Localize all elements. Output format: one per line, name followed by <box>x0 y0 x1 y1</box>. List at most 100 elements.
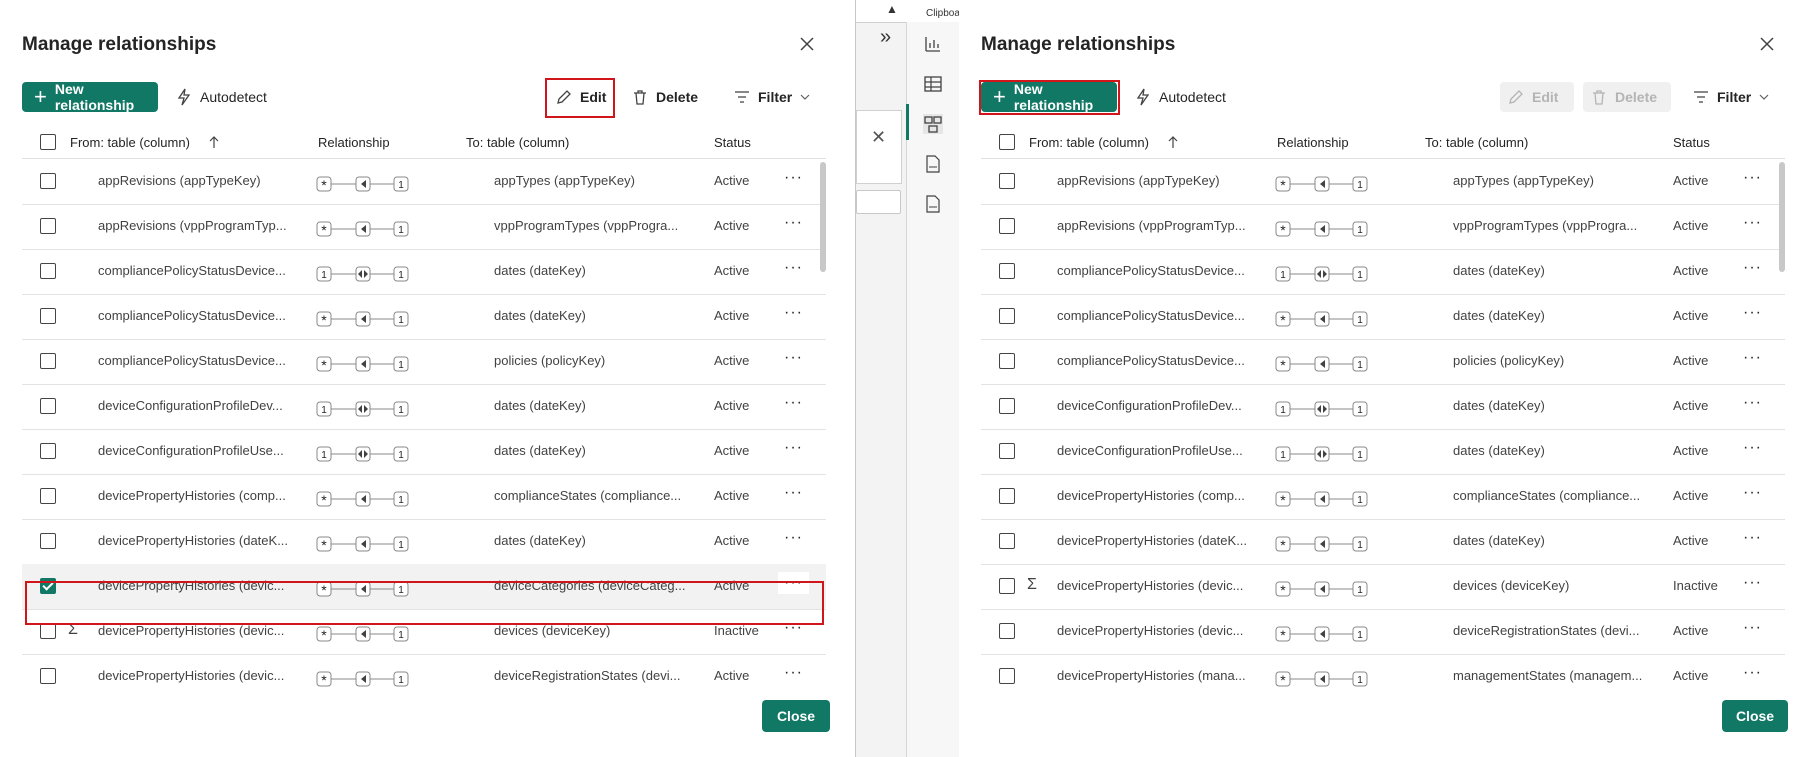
close-icon[interactable] <box>797 34 817 54</box>
table-row[interactable]: ΣdevicePropertyHistories (devic... * 1 devi… <box>981 564 1785 610</box>
row-checkbox[interactable] <box>999 218 1015 234</box>
close-icon[interactable] <box>1757 34 1777 54</box>
table-row[interactable]: appRevisions (vppProgramTyp... * 1 vppProgr… <box>22 204 826 250</box>
row-checkbox[interactable] <box>999 623 1015 639</box>
row-checkbox[interactable] <box>40 623 56 639</box>
more-options-icon[interactable]: ··· <box>1743 259 1762 277</box>
table-row[interactable]: deviceConfigurationProfileUse... 1 1 dates … <box>22 429 826 475</box>
table-row[interactable]: compliancePolicyStatusDevice... 1 1 dates (… <box>981 249 1785 295</box>
tmdl-view-icon[interactable] <box>923 194 943 214</box>
table-row[interactable]: devicePropertyHistories (devic... * 1 devic… <box>22 654 826 694</box>
more-options-icon[interactable]: ··· <box>784 664 803 682</box>
more-options-icon[interactable]: ··· <box>784 439 803 457</box>
row-checkbox[interactable] <box>40 263 56 279</box>
row-checkbox[interactable] <box>40 668 56 684</box>
column-header-from[interactable]: From: table (column) <box>1029 135 1179 150</box>
filter-button[interactable]: Filter <box>726 82 818 112</box>
table-row[interactable]: appRevisions (appTypeKey) * 1 appTypes (app… <box>981 159 1785 205</box>
more-options-icon[interactable]: ··· <box>784 484 803 502</box>
row-checkbox[interactable] <box>999 578 1015 594</box>
more-options-icon[interactable]: ··· <box>784 529 803 547</box>
table-row[interactable]: devicePropertyHistories (comp... * 1 compli… <box>981 474 1785 520</box>
more-options-icon[interactable]: ··· <box>1743 619 1762 637</box>
table-row[interactable]: deviceConfigurationProfileDev... 1 1 dates … <box>22 384 826 430</box>
autodetect-button[interactable]: Autodetect <box>1127 82 1234 112</box>
column-header-to[interactable]: To: table (column) <box>1425 135 1528 150</box>
table-row[interactable]: devicePropertyHistories (comp... * 1 compli… <box>22 474 826 520</box>
table-row[interactable]: compliancePolicyStatusDevice... 1 1 dates (… <box>22 249 826 295</box>
row-checkbox[interactable] <box>999 173 1015 189</box>
column-header-status[interactable]: Status <box>714 135 751 150</box>
model-view-icon[interactable] <box>923 114 943 134</box>
scrollbar[interactable] <box>1779 162 1785 272</box>
table-row[interactable]: deviceConfigurationProfileUse... 1 1 dates … <box>981 429 1785 475</box>
report-view-icon[interactable] <box>923 34 943 54</box>
row-checkbox[interactable] <box>40 398 56 414</box>
more-options-icon[interactable]: ··· <box>784 394 803 412</box>
more-options-icon[interactable]: ··· <box>1743 169 1762 187</box>
more-options-icon[interactable]: ··· <box>1743 214 1762 232</box>
edit-button[interactable]: Edit <box>1500 82 1574 112</box>
table-row[interactable]: appRevisions (appTypeKey) * 1 appTypes (app… <box>22 159 826 205</box>
double-chevron-icon[interactable]: » <box>880 26 891 49</box>
table-row[interactable]: compliancePolicyStatusDevice... * 1 dates (… <box>981 294 1785 340</box>
table-row[interactable]: appRevisions (vppProgramTyp... * 1 vppProgr… <box>981 204 1785 250</box>
new-relationship-button[interactable]: + New relationship <box>981 81 1117 113</box>
table-row[interactable]: devicePropertyHistories (dateK... * 1 dates… <box>981 519 1785 565</box>
table-view-icon[interactable] <box>923 74 943 94</box>
row-checkbox[interactable] <box>40 578 56 594</box>
column-header-to[interactable]: To: table (column) <box>466 135 569 150</box>
autodetect-button[interactable]: Autodetect <box>168 82 275 112</box>
new-relationship-button[interactable]: + New relationship <box>22 81 158 113</box>
more-options-icon[interactable]: ··· <box>1743 529 1762 547</box>
more-options-icon[interactable]: ··· <box>1743 349 1762 367</box>
more-options-icon[interactable]: ··· <box>784 259 803 277</box>
delete-button[interactable]: Delete <box>624 82 706 112</box>
close-button[interactable]: Close <box>762 700 830 732</box>
close-button[interactable]: Close <box>1722 700 1788 732</box>
column-header-relationship[interactable]: Relationship <box>318 135 390 150</box>
select-all-checkbox[interactable] <box>999 134 1015 150</box>
scrollbar[interactable] <box>820 162 826 272</box>
table-row[interactable]: compliancePolicyStatusDevice... * 1 policie… <box>22 339 826 385</box>
row-checkbox[interactable] <box>40 308 56 324</box>
table-row[interactable]: compliancePolicyStatusDevice... * 1 policie… <box>981 339 1785 385</box>
row-checkbox[interactable] <box>999 488 1015 504</box>
select-all-checkbox[interactable] <box>40 134 56 150</box>
row-checkbox[interactable] <box>999 353 1015 369</box>
more-options-icon[interactable]: ··· <box>1743 439 1762 457</box>
table-row[interactable]: deviceConfigurationProfileDev... 1 1 dates … <box>981 384 1785 430</box>
filter-button[interactable]: Filter <box>1685 82 1777 112</box>
row-checkbox[interactable] <box>999 398 1015 414</box>
row-checkbox[interactable] <box>40 488 56 504</box>
table-row[interactable]: compliancePolicyStatusDevice... * 1 dates (… <box>22 294 826 340</box>
row-checkbox[interactable] <box>999 668 1015 684</box>
column-header-relationship[interactable]: Relationship <box>1277 135 1349 150</box>
row-checkbox[interactable] <box>999 443 1015 459</box>
background-input[interactable] <box>856 190 901 214</box>
table-row[interactable]: devicePropertyHistories (devic... * 1 devic… <box>22 564 826 610</box>
more-options-icon[interactable]: ··· <box>784 619 803 637</box>
caret-up-icon[interactable]: ▲ <box>886 2 898 16</box>
more-options-icon[interactable]: ··· <box>778 572 809 594</box>
more-options-icon[interactable]: ··· <box>1743 664 1762 682</box>
row-checkbox[interactable] <box>40 353 56 369</box>
more-options-icon[interactable]: ··· <box>1743 574 1762 592</box>
row-checkbox[interactable] <box>40 533 56 549</box>
more-options-icon[interactable]: ··· <box>784 349 803 367</box>
table-row[interactable]: devicePropertyHistories (mana... * 1 manage… <box>981 654 1785 694</box>
more-options-icon[interactable]: ··· <box>1743 394 1762 412</box>
row-checkbox[interactable] <box>999 533 1015 549</box>
dax-query-view-icon[interactable] <box>923 154 943 174</box>
row-checkbox[interactable] <box>40 218 56 234</box>
row-checkbox[interactable] <box>999 308 1015 324</box>
column-header-from[interactable]: From: table (column) <box>70 135 220 150</box>
row-checkbox[interactable] <box>40 443 56 459</box>
row-checkbox[interactable] <box>40 173 56 189</box>
table-row[interactable]: devicePropertyHistories (devic... * 1 devic… <box>981 609 1785 655</box>
row-checkbox[interactable] <box>999 263 1015 279</box>
more-options-icon[interactable]: ··· <box>784 214 803 232</box>
delete-button[interactable]: Delete <box>1583 82 1671 112</box>
edit-button[interactable]: Edit <box>548 82 614 112</box>
table-row[interactable]: devicePropertyHistories (dateK... * 1 dates… <box>22 519 826 565</box>
